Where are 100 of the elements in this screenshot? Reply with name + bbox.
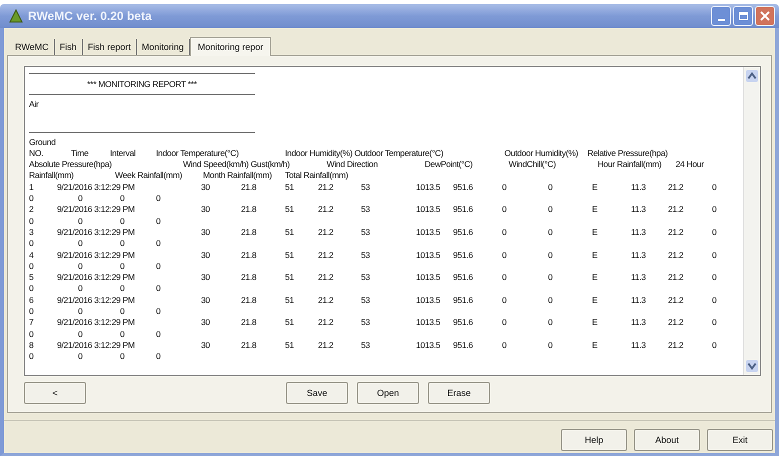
report-value: 21.2: [318, 294, 334, 306]
report-value: 30: [201, 317, 211, 329]
footer-button[interactable]: Help: [561, 429, 627, 451]
report-value: 0: [548, 272, 554, 284]
report-value: 0: [29, 238, 34, 250]
column-header: Gust(km/h): [250, 159, 291, 170]
report-value: 0: [502, 204, 508, 216]
report-value: E: [592, 250, 598, 261]
column-header: WindChill(°C): [508, 159, 557, 170]
report-value: 21.8: [241, 294, 258, 306]
column-header: Wind Direction: [326, 159, 379, 170]
report-value: 30: [201, 294, 211, 306]
report-value: 30: [201, 204, 211, 216]
report-value: E: [592, 182, 598, 194]
report-value: 51: [285, 226, 295, 238]
report-value: 0: [120, 328, 126, 340]
report-value: 0: [712, 204, 718, 216]
report-value: E: [592, 272, 598, 284]
footer-button[interactable]: Exit: [707, 429, 773, 451]
report-value: 0: [78, 216, 84, 227]
report-value: 0: [120, 306, 126, 318]
report-value: 11.3: [631, 317, 647, 329]
report-value: 0: [548, 182, 554, 194]
row-number: 1: [29, 182, 34, 194]
footer-button[interactable]: About: [634, 429, 700, 451]
report-value: 30: [201, 272, 211, 284]
time-value: 9/21/2016 3:12:29 PM: [57, 182, 136, 194]
report-value: 0: [120, 283, 126, 295]
report-value: 30: [201, 250, 211, 261]
column-header: Hour Rainfall(mm): [598, 159, 662, 170]
report-value: 0: [120, 351, 126, 363]
report-value: 0: [156, 260, 162, 272]
report-value: 1013.5: [416, 317, 442, 329]
report-value: 951.6: [453, 250, 474, 261]
report-value: 21.2: [668, 182, 684, 194]
action-button[interactable]: Save: [286, 382, 348, 404]
column-header: DewPoint(°C): [424, 159, 474, 170]
report-value: 0: [156, 283, 162, 295]
time-value: 9/21/2016 3:12:29 PM: [57, 340, 136, 352]
report-value: 21.2: [668, 317, 684, 329]
report-value: 0: [29, 351, 34, 363]
column-header: Indoor Humidity(%): [285, 148, 354, 160]
report-value: 0: [712, 317, 718, 329]
report-value: 1013.5: [416, 204, 442, 216]
report-value: 0: [29, 328, 34, 340]
report-value: 0: [712, 294, 718, 306]
report-value: 30: [201, 226, 211, 238]
tab[interactable]: Monitoring repor: [190, 37, 272, 56]
report-value: 0: [78, 306, 84, 318]
report-value: 21.8: [241, 226, 258, 238]
report-value: 0: [29, 306, 34, 318]
report-value: 0: [502, 182, 508, 194]
row-number: 2: [29, 204, 34, 216]
time-value: 9/21/2016 3:12:29 PM: [57, 272, 136, 284]
column-header: Total Rainfall(mm): [285, 170, 350, 182]
report-value: 0: [502, 317, 508, 329]
column-header: Month Rainfall(mm): [203, 170, 273, 182]
section-label: Ground: [29, 136, 56, 148]
report-value: 0: [502, 294, 508, 306]
report-value: 21.8: [241, 272, 258, 284]
report-value: 21.8: [241, 340, 258, 352]
report-value: 0: [502, 250, 508, 261]
report-value: 1013.5: [416, 226, 442, 238]
report-value: 30: [201, 340, 211, 352]
report-value: 0: [502, 340, 508, 352]
report-value: 0: [548, 250, 554, 261]
report-value: 951.6: [453, 226, 474, 238]
row-number: 3: [29, 226, 34, 238]
report-value: 0: [548, 226, 554, 238]
action-button[interactable]: Erase: [428, 382, 490, 404]
report-value: 21.2: [318, 250, 334, 261]
report-value: 0: [548, 294, 554, 306]
report-value: 0: [712, 272, 718, 284]
report-value: 21.2: [318, 226, 334, 238]
report-value: 53: [361, 182, 371, 194]
report-value: 1013.5: [416, 294, 442, 306]
report-value: 0: [548, 317, 554, 329]
report-value: 21.8: [241, 182, 258, 194]
report-value: 11.3: [631, 340, 647, 352]
back-button[interactable]: <: [24, 382, 86, 404]
report-value: 51: [285, 340, 295, 352]
report-value: 951.6: [453, 182, 474, 194]
report-value: 51: [285, 182, 295, 194]
report-value: 11.3: [631, 204, 647, 216]
report-heading: *** MONITORING REPORT ***: [86, 78, 198, 90]
report-value: 21.2: [318, 340, 334, 352]
report-value: 51: [285, 250, 295, 261]
report-value: 21.2: [668, 226, 684, 238]
window-title: RWeMC ver. 0.20 beta: [28, 9, 152, 23]
report-value: 0: [156, 351, 162, 363]
report-value: 11.3: [631, 272, 647, 284]
report-value: 30: [201, 182, 211, 194]
time-value: 9/21/2016 3:12:29 PM: [57, 294, 136, 306]
report-value: 0: [156, 216, 162, 227]
report-value: 11.3: [631, 250, 647, 261]
report-value: 11.3: [631, 182, 647, 194]
report-value: 51: [285, 294, 295, 306]
action-button[interactable]: Open: [357, 382, 419, 404]
report-value: E: [592, 340, 598, 352]
report-value: 0: [712, 182, 718, 194]
